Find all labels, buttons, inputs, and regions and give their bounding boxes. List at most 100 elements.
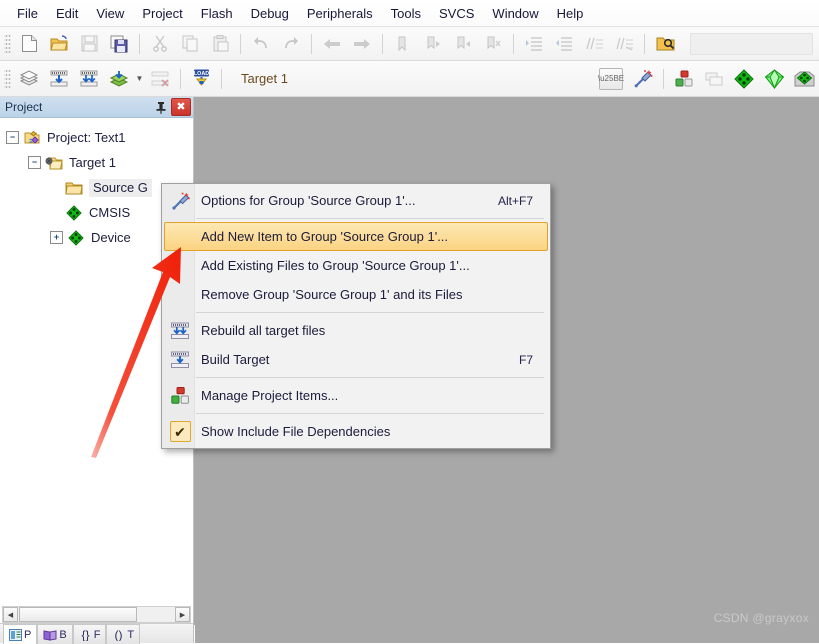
open-folder-icon[interactable] (45, 30, 73, 58)
svg-text:(): () (115, 629, 123, 641)
context-menu-item-shortcut: F7 (518, 352, 533, 367)
target-options-icon[interactable] (629, 65, 657, 93)
toolbar-grip[interactable] (4, 67, 11, 90)
cut-icon[interactable] (146, 30, 174, 58)
context-menu-item-rebuild-all-target-files[interactable]: Rebuild all target files (164, 316, 548, 345)
checkmark-icon: ✔ (169, 421, 191, 442)
manage-rte-icon[interactable] (790, 65, 818, 93)
toolbar-separator (311, 33, 312, 54)
translate-file-icon[interactable] (15, 65, 43, 93)
tree-node-label: Project: Text1 (47, 130, 126, 145)
panel-tab-templates[interactable]: () T (106, 624, 141, 644)
menu-item-project[interactable]: Project (133, 2, 191, 25)
toolbar-separator (180, 68, 181, 89)
panel-tab-functions[interactable]: {} F (72, 624, 107, 644)
build-toolbar: ▼ LOAD Target 1 \u25BE (0, 61, 819, 97)
tree-node-label: CMSIS (89, 205, 131, 220)
find-in-files-icon[interactable] (651, 30, 679, 58)
panel-tab-project[interactable]: P (3, 624, 38, 644)
menu-item-tools[interactable]: Tools (382, 2, 430, 25)
component-icon (67, 229, 85, 246)
navigate-forward-icon[interactable] (348, 30, 376, 58)
comment-lines-icon[interactable] (580, 30, 608, 58)
watermark-text: CSDN @grayxox (713, 611, 809, 625)
context-menu-item-label: Show Include File Dependencies (201, 424, 391, 439)
menu-item-view[interactable]: View (87, 2, 133, 25)
manage-multi-project-icon[interactable] (700, 65, 728, 93)
copy-icon[interactable] (176, 30, 204, 58)
menu-item-debug[interactable]: Debug (242, 2, 298, 25)
context-menu-item-add-existing-files-to-group-source-group-1[interactable]: Add Existing Files to Group 'Source Grou… (164, 251, 548, 280)
toolbar-separator (513, 33, 514, 54)
paste-icon[interactable] (206, 30, 234, 58)
toolbar-grip[interactable] (4, 32, 11, 55)
chevron-down-icon[interactable]: ▼ (134, 68, 145, 90)
tree-node-target-1[interactable]: − Target 1 (0, 150, 193, 175)
context-menu-item-manage-project-items[interactable]: Manage Project Items... (164, 381, 548, 410)
save-icon[interactable] (75, 30, 103, 58)
tree-node-label: Device (91, 230, 131, 245)
scroll-right-button[interactable]: ▶ (175, 607, 190, 622)
scroll-thumb[interactable] (19, 607, 137, 622)
menu-item-peripherals[interactable]: Peripherals (298, 2, 382, 25)
svg-text:LOAD: LOAD (193, 71, 208, 77)
bookmark-prev-icon[interactable] (419, 30, 447, 58)
tree-node-project-text1[interactable]: − Project: Text1 (0, 125, 193, 150)
save-all-icon[interactable] (105, 30, 133, 58)
context-menu-item-add-new-item-to-group-source-group-1[interactable]: Add New Item to Group 'Source Group 1'..… (164, 222, 548, 251)
toolbar-separator (382, 33, 383, 54)
tree-expander-placeholder (50, 207, 61, 218)
menu-item-edit[interactable]: Edit (47, 2, 87, 25)
menu-item-help[interactable]: Help (548, 2, 593, 25)
context-menu-item-remove-group-source-group-1-and-its-files[interactable]: Remove Group 'Source Group 1' and its Fi… (164, 280, 548, 309)
navigate-back-icon[interactable] (318, 30, 346, 58)
tree-collapse-icon[interactable]: − (28, 156, 41, 169)
context-menu-item-show-include-file-dependencies[interactable]: ✔ Show Include File Dependencies (164, 417, 548, 446)
folder-icon (65, 180, 83, 196)
context-menu-separator (196, 377, 544, 378)
menu-item-svcs[interactable]: SVCS (430, 2, 483, 25)
context-menu-separator (196, 218, 544, 219)
menu-item-file[interactable]: File (8, 2, 47, 25)
batch-build-icon[interactable] (105, 65, 133, 93)
project-tree-hscrollbar[interactable]: ◀ ▶ (2, 606, 191, 623)
new-file-icon[interactable] (15, 30, 43, 58)
checkmark-icon: ✔ (165, 419, 195, 445)
search-input[interactable] (690, 32, 813, 55)
menu-item-window[interactable]: Window (483, 2, 547, 25)
tree-collapse-icon[interactable]: − (6, 131, 19, 144)
toolbar-separator (240, 33, 241, 54)
workspace-bottom-strip (195, 625, 819, 643)
build-target-icon[interactable] (45, 65, 73, 93)
target-selector-value[interactable]: Target 1 (241, 71, 288, 86)
run-time-environment-icon[interactable] (760, 65, 788, 93)
scroll-left-button[interactable]: ◀ (3, 607, 18, 622)
menu-item-flash[interactable]: Flash (192, 2, 242, 25)
redo-icon[interactable] (277, 30, 305, 58)
undo-icon[interactable] (247, 30, 275, 58)
bookmark-next-icon[interactable] (449, 30, 477, 58)
menu-icon-placeholder (165, 282, 195, 308)
indent-icon[interactable] (520, 30, 548, 58)
build-icon (165, 347, 195, 373)
download-to-flash-icon[interactable]: LOAD (187, 65, 215, 93)
context-menu-item-options-for-group-source-group-1[interactable]: Options for Group 'Source Group 1'... Alt… (164, 186, 548, 215)
svg-text:{}: {} (81, 629, 89, 641)
rebuild-all-icon[interactable] (75, 65, 103, 93)
pin-icon[interactable] (152, 99, 169, 116)
toolbar-separator (139, 33, 140, 54)
tree-expand-icon[interactable]: + (50, 231, 63, 244)
project-icon (23, 130, 41, 146)
stop-build-icon[interactable] (146, 65, 174, 93)
bookmark-toggle-icon[interactable] (389, 30, 417, 58)
bookmark-clear-icon[interactable] (479, 30, 507, 58)
manage-project-items-icon[interactable] (670, 65, 698, 93)
target-dropdown-button[interactable]: \u25BE (598, 67, 624, 90)
outdent-icon[interactable] (550, 30, 578, 58)
pack-installer-icon[interactable] (730, 65, 758, 93)
context-menu-item-build-target[interactable]: Build Target F7 (164, 345, 548, 374)
close-icon[interactable]: ✖ (171, 98, 191, 116)
panel-tab-books[interactable]: B (37, 624, 73, 644)
panel-tab-label: T (127, 628, 135, 641)
uncomment-lines-icon[interactable] (610, 30, 638, 58)
